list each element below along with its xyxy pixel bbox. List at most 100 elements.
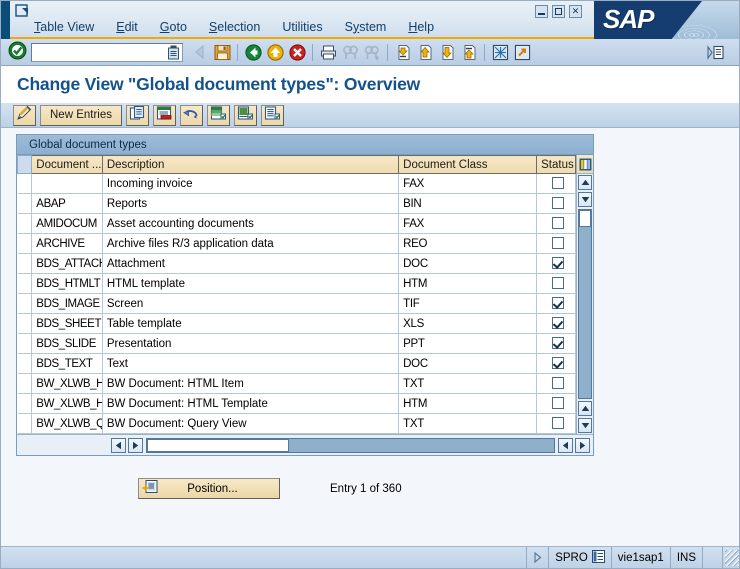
column-header-status[interactable]: Status <box>537 156 576 174</box>
column-header-document-type[interactable]: Document ... <box>32 156 103 174</box>
select-all-column-header[interactable] <box>18 156 32 174</box>
window-menu-icon[interactable] <box>15 4 31 18</box>
new-session-icon[interactable] <box>489 42 511 63</box>
status-checkbox[interactable] <box>552 337 564 349</box>
status-transaction[interactable]: SPRO <box>548 547 611 568</box>
status-checkbox[interactable] <box>552 417 564 429</box>
cell-document-type[interactable]: BW_XLWB_QV <box>32 414 103 434</box>
cell-document-type[interactable]: BDS_IMAGE <box>32 294 103 314</box>
menu-item-selection[interactable]: Selection <box>198 19 271 36</box>
table-row[interactable]: AMIDOCUM Asset accounting documents FAX <box>18 214 576 234</box>
menu-item-edit[interactable]: Edit <box>105 19 149 36</box>
maximize-icon[interactable] <box>552 5 565 18</box>
cell-document-type[interactable]: ARCHIVE <box>32 234 103 254</box>
row-selector[interactable] <box>18 254 32 274</box>
horizontal-scroll-thumb[interactable] <box>147 439 289 452</box>
new-entries-button[interactable]: New Entries <box>40 105 122 126</box>
cell-status[interactable] <box>537 394 576 414</box>
cell-document-class[interactable]: BIN <box>399 194 537 214</box>
vertical-scroll-track[interactable] <box>578 209 592 399</box>
cell-document-class[interactable]: FAX <box>399 174 537 194</box>
status-insert-mode[interactable]: INS <box>670 547 702 568</box>
cell-document-class[interactable]: TXT <box>399 374 537 394</box>
cell-document-class[interactable]: DOC <box>399 354 537 374</box>
menu-item-system[interactable]: System <box>334 19 398 36</box>
print-icon[interactable] <box>317 42 339 63</box>
command-history-icon[interactable] <box>167 45 180 63</box>
table-row[interactable]: BDS_ATTACH Attachment DOC <box>18 254 576 274</box>
table-row[interactable]: BDS_HTMLT HTML template HTM <box>18 274 576 294</box>
cell-status[interactable] <box>537 234 576 254</box>
table-row[interactable]: BDS_TEXT Text DOC <box>18 354 576 374</box>
horizontal-scroll-track[interactable] <box>146 438 555 453</box>
cell-document-type[interactable]: BW_XLWB_HI <box>32 374 103 394</box>
table-row[interactable]: ABAP Reports BIN <box>18 194 576 214</box>
close-icon[interactable]: ✕ <box>569 5 582 18</box>
table-row[interactable]: BDS_SLIDE Presentation PPT <box>18 334 576 354</box>
row-selector[interactable] <box>18 414 32 434</box>
horizontal-scrollbar[interactable] <box>17 434 593 455</box>
cell-description[interactable]: Text <box>102 354 398 374</box>
cell-status[interactable] <box>537 414 576 434</box>
scroll-down-button[interactable] <box>578 192 592 207</box>
cell-description[interactable]: BW Document: HTML Item <box>102 374 398 394</box>
scroll-page-up-button[interactable] <box>578 401 592 416</box>
row-selector[interactable] <box>18 374 32 394</box>
save-icon[interactable] <box>211 42 233 63</box>
first-page-icon[interactable] <box>392 42 414 63</box>
scroll-page-right-button[interactable] <box>575 438 590 453</box>
expand-triangle-icon[interactable] <box>526 547 548 568</box>
cell-description[interactable]: BW Document: Query View <box>102 414 398 434</box>
minimize-icon[interactable] <box>535 5 548 18</box>
table-row[interactable]: BW_XLWB_QV BW Document: Query View TXT <box>18 414 576 434</box>
table-row[interactable]: BDS_IMAGE Screen TIF <box>18 294 576 314</box>
cell-document-class[interactable]: PPT <box>399 334 537 354</box>
status-checkbox[interactable] <box>552 277 564 289</box>
column-header-description[interactable]: Description <box>102 156 398 174</box>
status-system[interactable]: vie1sap1 <box>611 547 670 568</box>
menu-item-table-view[interactable]: Table View <box>23 19 105 36</box>
delete-button[interactable] <box>153 105 176 126</box>
cell-description[interactable]: Attachment <box>102 254 398 274</box>
copy-as-button[interactable] <box>126 105 149 126</box>
status-checkbox[interactable] <box>552 237 564 249</box>
cell-document-class[interactable]: FAX <box>399 214 537 234</box>
cell-description[interactable]: Reports <box>102 194 398 214</box>
cell-description[interactable]: Archive files R/3 application data <box>102 234 398 254</box>
details-button[interactable] <box>261 105 284 126</box>
cell-document-type[interactable]: BDS_HTMLT <box>32 274 103 294</box>
position-button[interactable]: Position... <box>138 478 280 499</box>
transaction-servers-icon[interactable] <box>592 550 605 566</box>
table-row[interactable]: BDS_SHEET Table template XLS <box>18 314 576 334</box>
cell-document-type[interactable]: BDS_SHEET <box>32 314 103 334</box>
display-change-button[interactable] <box>13 105 36 126</box>
cell-status[interactable] <box>537 194 576 214</box>
status-checkbox[interactable] <box>552 357 564 369</box>
cell-description[interactable]: BW Document: HTML Template <box>102 394 398 414</box>
shortcut-icon[interactable] <box>511 42 533 63</box>
row-selector[interactable] <box>18 274 32 294</box>
help-layout-icon[interactable] <box>705 42 727 63</box>
status-checkbox[interactable] <box>552 377 564 389</box>
row-selector[interactable] <box>18 354 32 374</box>
scroll-left-button[interactable] <box>111 438 126 453</box>
row-selector[interactable] <box>18 314 32 334</box>
status-checkbox[interactable] <box>552 297 564 309</box>
vertical-scrollbar[interactable] <box>576 155 593 434</box>
undo-button[interactable] <box>180 105 203 126</box>
cell-status[interactable] <box>537 174 576 194</box>
cell-document-class[interactable]: HTM <box>399 274 537 294</box>
next-page-icon[interactable] <box>436 42 458 63</box>
table-row[interactable]: Incoming invoice FAX <box>18 174 576 194</box>
select-all-button[interactable] <box>207 105 230 126</box>
previous-page-icon[interactable] <box>414 42 436 63</box>
status-checkbox[interactable] <box>552 257 564 269</box>
cell-document-type[interactable]: ABAP <box>32 194 103 214</box>
cell-document-type[interactable]: AMIDOCUM <box>32 214 103 234</box>
row-selector[interactable] <box>18 394 32 414</box>
scroll-page-down-button[interactable] <box>578 418 592 433</box>
cell-description[interactable]: Table template <box>102 314 398 334</box>
cell-document-type[interactable] <box>32 174 103 194</box>
command-field[interactable] <box>31 43 183 62</box>
back-green-icon[interactable] <box>242 42 264 63</box>
